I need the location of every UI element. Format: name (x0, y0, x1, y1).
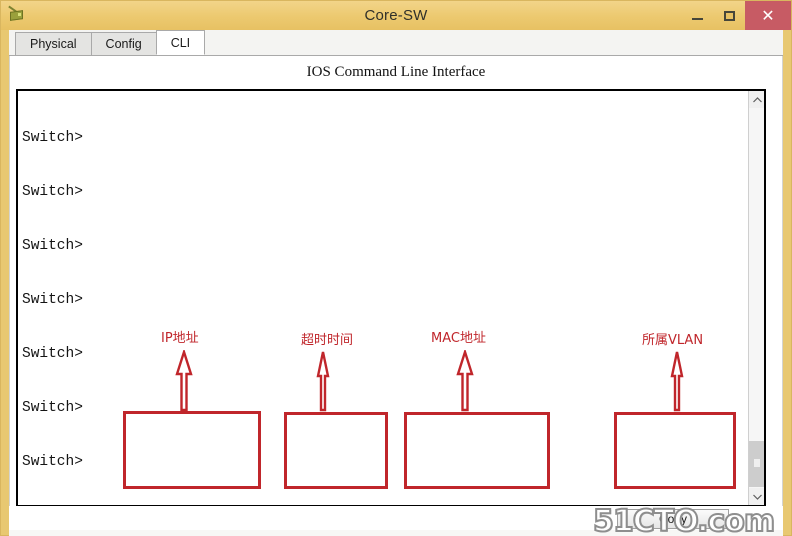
terminal-line: Switch> (22, 184, 83, 200)
maximize-button[interactable] (713, 1, 745, 30)
scroll-down-icon[interactable] (749, 488, 764, 505)
terminal-line: Switch> (22, 346, 83, 362)
close-icon: ✕ (761, 7, 775, 25)
minimize-icon (691, 18, 703, 20)
terminal-line: Switch> (22, 238, 83, 254)
terminal-line: Switch> (22, 400, 83, 416)
scrollbar-grip (754, 459, 760, 467)
terminal-frame: Switch> Switch> Switch> Switch> Switch> … (16, 89, 766, 507)
switch-device-icon (6, 5, 28, 27)
tab-config[interactable]: Config (90, 32, 157, 55)
switch-device-window: Core-SW ✕ Physical Config CLI IOS Comman… (0, 0, 792, 536)
minimize-button[interactable] (681, 1, 713, 30)
title-bar[interactable]: Core-SW ✕ (1, 1, 791, 30)
terminal-line: Switch> (22, 454, 83, 470)
cli-panel: IOS Command Line Interface Switch> Switc… (9, 56, 783, 529)
tab-bar: Physical Config CLI (9, 30, 783, 56)
scroll-up-icon[interactable] (749, 91, 764, 108)
terminal-line: Switch> (22, 292, 83, 308)
close-button[interactable]: ✕ (745, 1, 791, 30)
terminal-output[interactable]: Switch> Switch> Switch> Switch> Switch> … (18, 91, 750, 505)
scrollbar-thumb[interactable] (749, 441, 764, 487)
tab-config-label: Config (105, 37, 142, 51)
maximize-icon (723, 10, 735, 21)
window-title: Core-SW (364, 7, 428, 24)
cli-heading: IOS Command Line Interface (306, 64, 486, 80)
tab-physical-label: Physical (30, 37, 77, 51)
terminal-line: Switch> (22, 130, 83, 146)
watermark: 51CTO.com (592, 504, 776, 536)
tab-cli-label: CLI (170, 35, 191, 50)
tab-physical[interactable]: Physical (15, 32, 92, 55)
tab-cli[interactable]: CLI (155, 30, 206, 55)
window-controls: ✕ (681, 1, 791, 30)
terminal-scrollbar[interactable] (748, 91, 764, 505)
